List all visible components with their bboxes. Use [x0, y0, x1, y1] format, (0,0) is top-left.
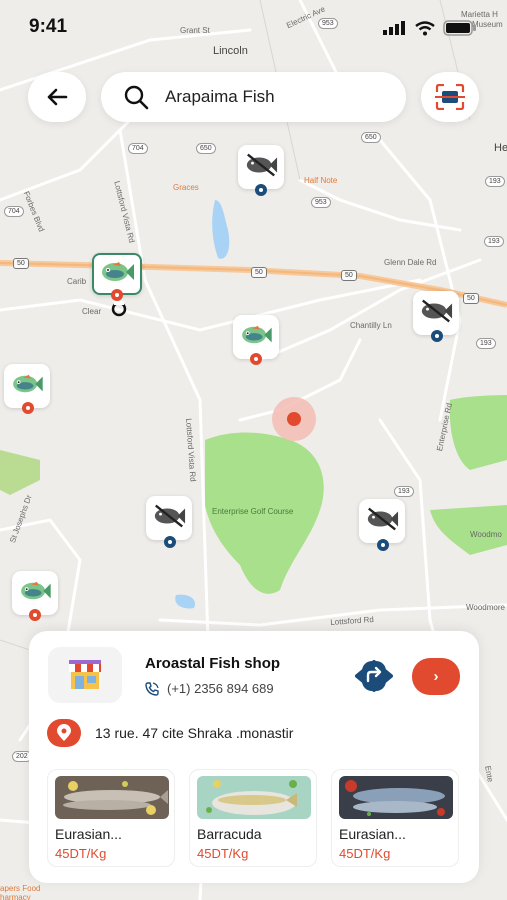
location-pin-icon [377, 539, 389, 551]
product-list: Eurasian... 45DT/Kg Barracuda 45DT/Kg Eu… [47, 769, 459, 867]
shop-phone[interactable]: (+1) 2356 894 689 [167, 681, 274, 696]
fish-off-icon [419, 298, 453, 329]
product-card[interactable]: Eurasian... 45DT/Kg [331, 769, 459, 867]
map-label: He [494, 142, 507, 154]
product-name: Barracuda [197, 826, 262, 842]
route-shield: 193 [476, 338, 496, 349]
product-price: 45DT/Kg [339, 846, 391, 861]
product-price: 45DT/Kg [55, 846, 107, 861]
location-pin-icon [255, 184, 267, 196]
location-pin-icon [164, 536, 176, 548]
arrow-left-icon [47, 88, 68, 106]
route-shield: 50 [13, 258, 29, 269]
open-shop-button[interactable]: › [412, 658, 460, 695]
route-shield: 650 [196, 143, 216, 154]
shop-address: 13 rue. 47 cite Shraka .monastir [95, 725, 294, 741]
directions-icon [355, 660, 393, 692]
route-shield: 50 [463, 293, 479, 304]
battery-icon [443, 20, 476, 36]
route-shield: 50 [251, 267, 267, 278]
wifi-icon [415, 20, 435, 35]
location-pin-icon [431, 330, 443, 342]
fish-off-icon [365, 506, 399, 537]
fish-off-icon [152, 503, 186, 534]
route-shield: 650 [361, 132, 381, 143]
scan-button[interactable] [421, 72, 479, 122]
map-label: Clear [82, 307, 102, 316]
product-image [197, 776, 311, 819]
route-shield: 50 [341, 270, 357, 281]
search-bar[interactable]: Arapaima Fish [101, 72, 406, 122]
location-pin-icon [29, 609, 41, 621]
route-shield: 704 [4, 206, 24, 217]
map-label: Glenn Dale Rd [384, 258, 437, 267]
route-shield: 953 [311, 197, 331, 208]
product-image [55, 776, 169, 819]
map-label: Woodmo [470, 530, 502, 539]
product-image [339, 776, 453, 819]
fish-off-icon [244, 152, 278, 183]
map-label: Enterprise Golf Course [212, 507, 294, 516]
fish-icon [99, 259, 135, 290]
signal-icon [383, 21, 405, 35]
map-label: Carib [67, 277, 87, 286]
shop-name: Aroastal Fish shop [145, 655, 281, 672]
search-input[interactable]: Arapaima Fish [165, 87, 275, 107]
fish-off-marker[interactable] [413, 291, 459, 335]
scan-icon [435, 84, 465, 110]
product-name: Eurasian... [339, 826, 406, 842]
status-time: 9:41 [29, 16, 68, 37]
shop-logo [48, 647, 122, 703]
back-button[interactable] [28, 72, 86, 122]
shop-address-row: 13 rue. 47 cite Shraka .monastir [47, 719, 293, 747]
route-shield: 193 [485, 176, 505, 187]
location-pin-icon [47, 719, 81, 747]
shop-card[interactable]: Aroastal Fish shop (+1) 2356 894 689 › 1… [29, 631, 479, 883]
fish-off-marker[interactable] [359, 499, 405, 543]
product-name: Eurasian... [55, 826, 122, 842]
store-icon [69, 660, 101, 689]
fish-icon [18, 579, 52, 608]
map-label: Half Note [304, 176, 338, 185]
map-label: Woodmore [466, 603, 505, 612]
shop-phone-row[interactable]: (+1) 2356 894 689 [145, 681, 274, 696]
location-pin-icon [22, 402, 34, 414]
product-card[interactable]: Eurasian... 45DT/Kg [47, 769, 175, 867]
location-pin-icon [250, 353, 262, 365]
route-shield: 193 [484, 236, 504, 247]
phone-icon [145, 681, 159, 696]
status-bar: 9:41 [0, 0, 507, 56]
product-card[interactable]: Barracuda 45DT/Kg [189, 769, 317, 867]
directions-button[interactable] [354, 659, 394, 693]
fish-off-marker[interactable] [238, 145, 284, 189]
route-shield: 704 [128, 143, 148, 154]
map-label: harmacy [0, 893, 31, 900]
search-icon [124, 85, 149, 110]
route-shield: 193 [394, 486, 414, 497]
map-label: Graces [173, 183, 199, 192]
fish-icon [239, 323, 273, 352]
fish-icon [10, 372, 44, 401]
map-label: apers Food [0, 884, 41, 893]
product-price: 45DT/Kg [197, 846, 249, 861]
fish-off-marker[interactable] [146, 496, 192, 540]
person-location-icon [111, 301, 127, 317]
map-label: Chantilly Ln [350, 321, 392, 330]
